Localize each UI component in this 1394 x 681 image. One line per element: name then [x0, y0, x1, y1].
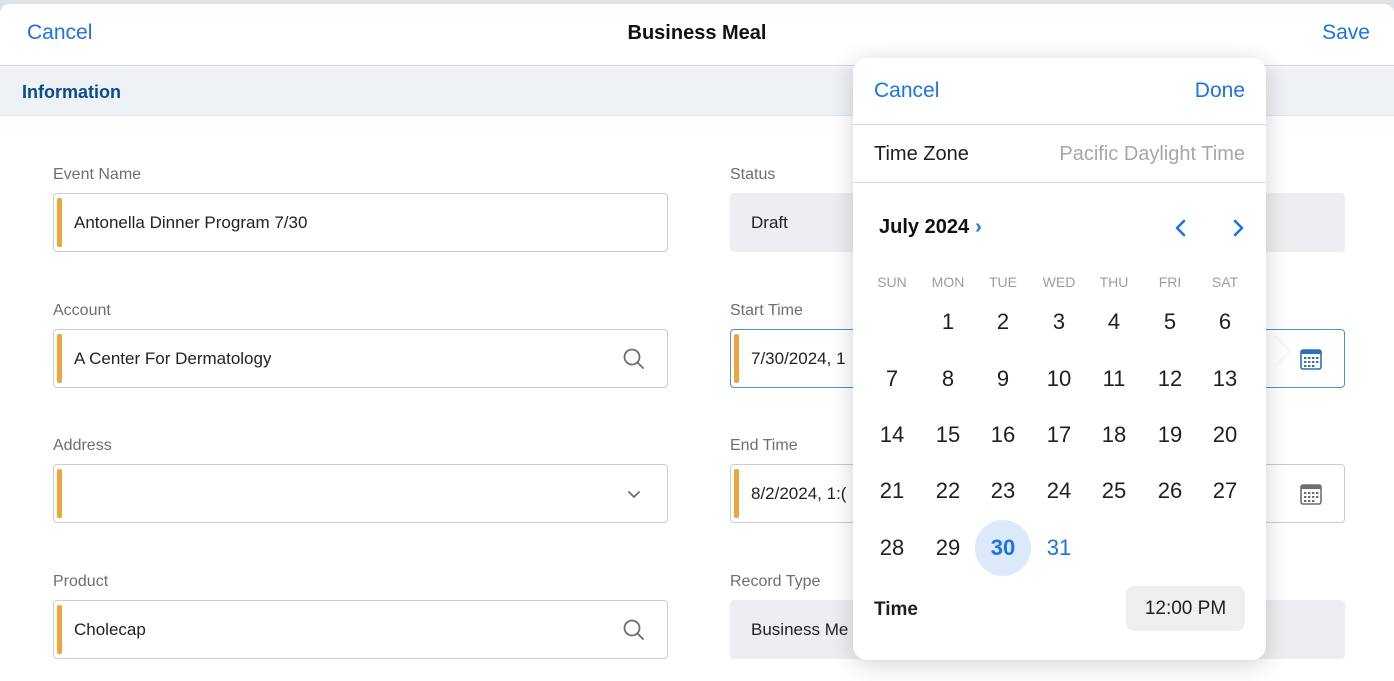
- event-name-label: Event Name: [53, 166, 142, 183]
- calendar-day[interactable]: 25: [1086, 463, 1142, 519]
- product-value: Cholecap: [74, 620, 146, 639]
- calendar-day[interactable]: 21: [864, 463, 920, 519]
- page-title: Business Meal: [627, 22, 767, 44]
- calendar-day[interactable]: 9: [975, 351, 1031, 407]
- account-field[interactable]: A Center For Dermatology: [53, 329, 668, 388]
- product-label: Product: [53, 573, 109, 590]
- status-label: Status: [730, 166, 776, 183]
- required-indicator: [57, 198, 62, 247]
- save-button[interactable]: Save: [1322, 21, 1370, 45]
- time-zone-value[interactable]: Pacific Daylight Time: [1059, 143, 1245, 166]
- calendar-icon[interactable]: [1298, 481, 1324, 507]
- record-type-value: Business Me: [751, 620, 849, 639]
- weekday-label: THU: [1099, 274, 1129, 290]
- required-indicator: [57, 469, 62, 518]
- calendar-day[interactable]: 8: [920, 351, 976, 407]
- required-indicator: [57, 605, 62, 654]
- record-type-label: Record Type: [730, 573, 821, 590]
- start-time-label: Start Time: [730, 302, 803, 319]
- calendar-day[interactable]: 14: [864, 407, 920, 463]
- start-time-value: 7/30/2024, 1: [751, 349, 846, 368]
- weekday-label: WED: [1042, 274, 1076, 290]
- search-icon[interactable]: [621, 346, 647, 372]
- weekday-label: TUE: [989, 274, 1017, 290]
- calendar-day[interactable]: 26: [1142, 463, 1198, 519]
- next-month-button[interactable]: [1224, 214, 1252, 242]
- status-value: Draft: [751, 213, 788, 232]
- weekday-label: SUN: [877, 274, 907, 290]
- end-time-value: 8/2/2024, 1:(: [751, 484, 847, 503]
- event-name-field[interactable]: Antonella Dinner Program 7/30: [53, 193, 668, 252]
- calendar-day[interactable]: 17: [1031, 407, 1087, 463]
- calendar-day[interactable]: 2: [975, 294, 1031, 350]
- calendar-day[interactable]: 29: [920, 520, 976, 576]
- calendar-day[interactable]: 31: [1031, 520, 1087, 576]
- account-value: A Center For Dermatology: [74, 349, 272, 368]
- calendar-day[interactable]: 1: [920, 294, 976, 350]
- time-label: Time: [874, 599, 919, 620]
- calendar-day[interactable]: 4: [1086, 294, 1142, 350]
- date-picker-popover: Cancel Done Time Zone Pacific Daylight T…: [853, 58, 1266, 660]
- calendar-day[interactable]: 18: [1086, 407, 1142, 463]
- calendar-day[interactable]: 13: [1197, 351, 1253, 407]
- calendar-day[interactable]: 5: [1142, 294, 1198, 350]
- calendar-day[interactable]: 23: [975, 463, 1031, 519]
- calendar-day[interactable]: 19: [1142, 407, 1198, 463]
- time-selector[interactable]: 12:00 PM: [1126, 586, 1245, 631]
- end-time-label: End Time: [730, 437, 798, 454]
- calendar-day[interactable]: 24: [1031, 463, 1087, 519]
- event-name-value: Antonella Dinner Program 7/30: [74, 213, 308, 232]
- previous-month-button[interactable]: [1167, 214, 1195, 242]
- required-indicator: [734, 469, 739, 518]
- calendar-day[interactable]: 20: [1197, 407, 1253, 463]
- divider: [853, 182, 1266, 183]
- divider: [853, 124, 1266, 125]
- month-year-selector[interactable]: July 2024 ›: [879, 216, 982, 239]
- chevron-right-icon: ›: [975, 216, 982, 238]
- calendar-day[interactable]: 30: [975, 520, 1031, 576]
- calendar-day[interactable]: 27: [1197, 463, 1253, 519]
- calendar-day[interactable]: 7: [864, 351, 920, 407]
- product-field[interactable]: Cholecap: [53, 600, 668, 659]
- required-indicator: [734, 334, 739, 383]
- calendar-day[interactable]: 15: [920, 407, 976, 463]
- picker-done-button[interactable]: Done: [1195, 79, 1245, 103]
- calendar-day[interactable]: 11: [1086, 351, 1142, 407]
- section-title: Information: [22, 82, 121, 102]
- address-label: Address: [53, 437, 112, 454]
- address-field[interactable]: [53, 464, 668, 523]
- weekday-label: SAT: [1211, 274, 1239, 290]
- calendar-day[interactable]: 10: [1031, 351, 1087, 407]
- calendar-day[interactable]: 28: [864, 520, 920, 576]
- account-label: Account: [53, 302, 111, 319]
- calendar-day[interactable]: 22: [920, 463, 976, 519]
- calendar-day[interactable]: 3: [1031, 294, 1087, 350]
- picker-cancel-button[interactable]: Cancel: [874, 79, 939, 103]
- calendar-icon[interactable]: [1298, 346, 1324, 372]
- weekday-label: FRI: [1158, 274, 1182, 290]
- required-indicator: [57, 334, 62, 383]
- chevron-down-icon[interactable]: [621, 481, 647, 507]
- calendar-day[interactable]: 16: [975, 407, 1031, 463]
- search-icon[interactable]: [621, 617, 647, 643]
- month-title: July 2024: [879, 216, 970, 238]
- calendar-day[interactable]: 6: [1197, 294, 1253, 350]
- calendar-day[interactable]: 12: [1142, 351, 1198, 407]
- time-zone-label: Time Zone: [874, 143, 969, 165]
- navigation-bar: Cancel Business Meal Save: [0, 4, 1394, 66]
- weekday-label: MON: [931, 274, 965, 290]
